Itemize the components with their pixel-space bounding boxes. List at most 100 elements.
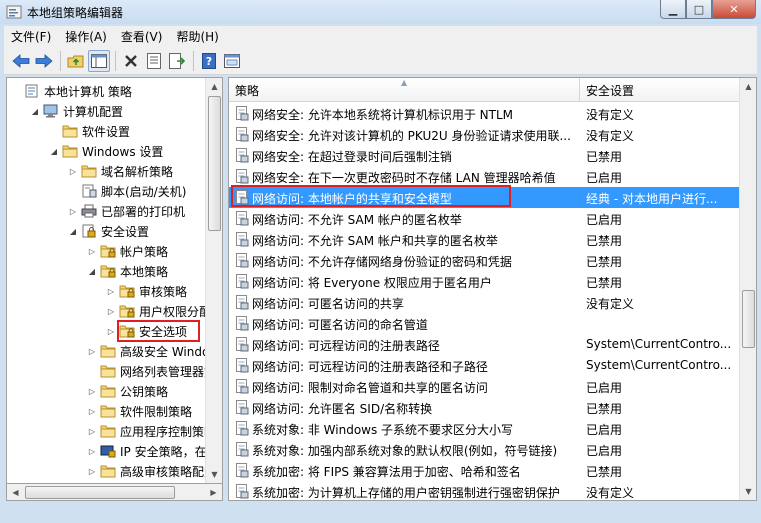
tree-item[interactable]: ◢ 计算机配置: [30, 101, 123, 121]
tree-item[interactable]: 网络列表管理器策: [87, 361, 216, 381]
policy-row[interactable]: 网络访问: 允许匿名 SID/名称转换 已禁用: [229, 397, 741, 418]
expanded-arrow-icon[interactable]: ◢: [68, 227, 78, 236]
tree-item[interactable]: 软件设置: [49, 121, 130, 141]
collapsed-arrow-icon[interactable]: ▷: [87, 407, 97, 416]
collapsed-arrow-icon[interactable]: ▷: [87, 427, 97, 436]
tree-item[interactable]: ▷ 软件限制策略: [87, 401, 192, 421]
tree-item[interactable]: ▷ 审核策略: [106, 281, 187, 301]
scroll-down-icon[interactable]: ▼: [206, 466, 222, 483]
forward-button[interactable]: [33, 50, 55, 72]
export-list-button[interactable]: [166, 50, 188, 72]
policy-row[interactable]: 网络安全: 允许对该计算机的 PKU2U 身份验证请求使用联... 没有定义: [229, 124, 741, 145]
scroll-left-icon[interactable]: ◀: [7, 484, 24, 501]
policy-row[interactable]: 网络安全: 允许本地系统将计算机标识用于 NTLM 没有定义: [229, 103, 741, 124]
policy-row[interactable]: 网络访问: 可远程访问的注册表路径 System\CurrentContro...: [229, 334, 741, 355]
collapsed-arrow-icon[interactable]: ▷: [87, 467, 97, 476]
collapsed-arrow-icon[interactable]: ▷: [106, 287, 116, 296]
policy-list[interactable]: 策略 ▲ 安全设置 网络安全: 允许本地系统将计算机标识用于 NTLM 没有定义网…: [228, 77, 757, 501]
policy-setting-icon: [235, 337, 249, 352]
minimize-button[interactable]: ▁: [660, 0, 686, 19]
policy-row[interactable]: 网络访问: 可匿名访问的命名管道: [229, 313, 741, 334]
collapsed-arrow-icon[interactable]: ▷: [68, 167, 78, 176]
menu-help[interactable]: 帮助(H): [169, 28, 225, 45]
security-setting-value: 没有定义: [586, 108, 635, 122]
tree-item[interactable]: ▷ 高级安全 Windows: [87, 341, 222, 361]
policy-row[interactable]: 网络访问: 可远程访问的注册表路径和子路径 System\CurrentContr…: [229, 355, 741, 376]
tree-vertical-scrollbar[interactable]: ▲ ▼: [205, 78, 222, 483]
policy-row[interactable]: 网络安全: 在下一次更改密码时不存储 LAN 管理器哈希值 已启用: [229, 166, 741, 187]
policy-name: 网络访问: 允许匿名 SID/名称转换: [252, 402, 433, 416]
policy-row[interactable]: 系统对象: 加强内部系统对象的默认权限(例如，符号链接) 已启用: [229, 439, 741, 460]
computer-policy-icon: [24, 84, 40, 98]
policy-row[interactable]: 网络安全: 在超过登录时间后强制注销 已禁用: [229, 145, 741, 166]
collapsed-arrow-icon[interactable]: ▷: [106, 307, 116, 316]
policy-row[interactable]: 系统对象: 非 Windows 子系统不要求区分大小写 已启用: [229, 418, 741, 439]
expanded-arrow-icon[interactable]: ◢: [49, 147, 59, 156]
show-hide-tree-button[interactable]: [88, 49, 110, 72]
tree-item-label: 脚本(启动/关机): [101, 184, 187, 199]
scroll-down-icon[interactable]: ▼: [740, 483, 756, 500]
console-tree[interactable]: 本地计算机 策略 ◢ 计算机配置 软件设置 ◢ Windows 设置 ▷ 域名解析策略脚本(启…: [6, 77, 223, 484]
forward-icon: [35, 53, 53, 68]
maximize-button[interactable]: □: [686, 0, 712, 19]
help-button[interactable]: ?: [198, 50, 220, 72]
tree-item[interactable]: ▷ 帐户策略: [87, 241, 168, 261]
tree-item[interactable]: ▷ 应用程序控制策略: [87, 421, 216, 441]
title-bar[interactable]: 本地组策略编辑器 ▁ □ ✕: [0, 0, 761, 24]
console-button[interactable]: [221, 50, 243, 72]
tree-item[interactable]: ◢ 本地策略: [87, 261, 168, 281]
menu-file[interactable]: 文件(F): [4, 28, 58, 45]
list-vertical-thumb[interactable]: [742, 290, 755, 348]
policy-row[interactable]: 系统加密: 将 FIPS 兼容算法用于加密、哈希和签名 已禁用: [229, 460, 741, 481]
tree-item[interactable]: ◢ 安全设置: [68, 221, 149, 241]
column-header-setting[interactable]: 安全设置: [580, 78, 741, 102]
tree-item[interactable]: ▷ 高级审核策略配置: [87, 461, 216, 481]
policy-name: 系统对象: 加强内部系统对象的默认权限(例如，符号链接): [252, 444, 558, 458]
policy-row[interactable]: 系统加密: 为计算机上存储的用户密钥强制进行强密钥保护 没有定义: [229, 481, 741, 500]
tree-item[interactable]: ▷ 公钥策略: [87, 381, 168, 401]
security-setting-value: 没有定义: [586, 297, 635, 311]
back-button[interactable]: [10, 50, 32, 72]
security-setting-value: 已启用: [586, 444, 623, 458]
policy-row[interactable]: 网络访问: 限制对命名管道和共享的匿名访问 已启用: [229, 376, 741, 397]
collapsed-arrow-icon[interactable]: ▷: [87, 247, 97, 256]
tree-item[interactable]: ▷ 用户权限分配: [106, 301, 211, 321]
collapsed-arrow-icon[interactable]: ▷: [87, 347, 97, 356]
security-setting-value: System\CurrentContro...: [586, 337, 732, 351]
close-button[interactable]: ✕: [712, 0, 756, 19]
tree-item[interactable]: 脚本(启动/关机): [68, 181, 186, 201]
expanded-arrow-icon[interactable]: ◢: [30, 107, 40, 116]
security-setting-value: 已禁用: [586, 234, 623, 248]
properties-button[interactable]: [143, 50, 165, 72]
policy-row[interactable]: 网络访问: 不允许存储网络身份验证的密码和凭据 已禁用: [229, 250, 741, 271]
menu-view[interactable]: 查看(V): [114, 28, 170, 45]
scroll-up-icon[interactable]: ▲: [206, 78, 222, 95]
policy-setting-icon: [235, 190, 249, 205]
delete-button[interactable]: [120, 50, 142, 72]
tree-item[interactable]: 本地计算机 策略: [11, 81, 132, 101]
tree-item[interactable]: ▷ 域名解析策略: [68, 161, 173, 181]
tree-item[interactable]: ◢ Windows 设置: [49, 141, 163, 161]
up-one-level-button[interactable]: [65, 50, 87, 72]
policy-row[interactable]: 网络访问: 可匿名访问的共享 没有定义: [229, 292, 741, 313]
menu-action[interactable]: 操作(A): [58, 28, 114, 45]
policy-row[interactable]: 网络访问: 本地帐户的共享和安全模型 经典 - 对本地用户进行...: [229, 187, 741, 208]
policy-row[interactable]: 网络访问: 不允许 SAM 帐户和共享的匿名枚举 已禁用: [229, 229, 741, 250]
collapsed-arrow-icon[interactable]: ▷: [87, 447, 97, 456]
tree-horizontal-thumb[interactable]: [25, 486, 175, 499]
tree-horizontal-scrollbar[interactable]: ◀ ▶: [6, 484, 223, 501]
list-vertical-scrollbar[interactable]: ▲ ▼: [739, 78, 756, 500]
scroll-right-icon[interactable]: ▶: [205, 484, 222, 501]
security-icon: [81, 224, 97, 238]
policy-row[interactable]: 网络访问: 不允许 SAM 帐户的匿名枚举 已启用: [229, 208, 741, 229]
tree-vertical-thumb[interactable]: [208, 96, 221, 231]
expanded-arrow-icon[interactable]: ◢: [87, 267, 97, 276]
scroll-up-icon[interactable]: ▲: [740, 78, 756, 95]
policy-row[interactable]: 网络访问: 将 Everyone 权限应用于匿名用户 已禁用: [229, 271, 741, 292]
collapsed-arrow-icon[interactable]: ▷: [106, 327, 116, 336]
tree-item[interactable]: ▷ 已部署的打印机: [68, 201, 185, 221]
collapsed-arrow-icon[interactable]: ▷: [68, 207, 78, 216]
sort-ascending-icon: ▲: [401, 78, 408, 87]
collapsed-arrow-icon[interactable]: ▷: [87, 387, 97, 396]
tree-item[interactable]: ▷ IP 安全策略，在 本: [87, 441, 222, 461]
